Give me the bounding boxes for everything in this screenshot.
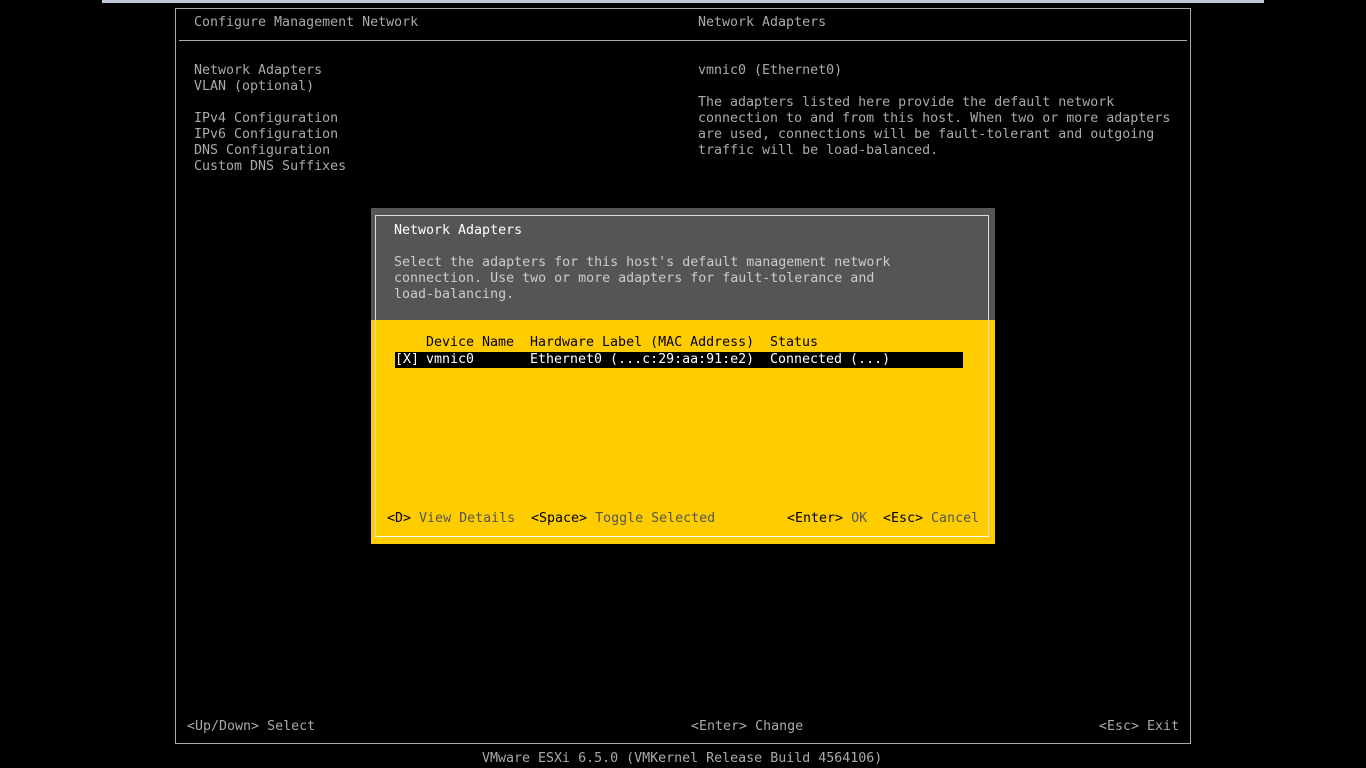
menu-item-vlan[interactable]: VLAN (optional) — [194, 79, 314, 95]
menu-item-dns[interactable]: DNS Configuration — [194, 143, 330, 159]
adapter-checkbox[interactable]: [X] — [395, 352, 419, 368]
dialog-description-line: connection. Use two or more adapters for… — [394, 271, 875, 286]
view-details-key: <D> — [387, 511, 412, 526]
footer-change-hint: <Enter> Change — [691, 719, 803, 735]
info-adapter: vmnic0 (Ethernet0) — [698, 63, 843, 78]
footer-exit-hint: <Esc> Exit — [1099, 719, 1179, 735]
footer-change-label: Change — [755, 719, 804, 734]
footer-select-label: Select — [267, 719, 316, 734]
footer-exit-key: <Esc> — [1099, 719, 1140, 734]
footer-select-key: <Up/Down> — [187, 719, 260, 734]
dialog-description-line: load-balancing. — [394, 287, 515, 302]
ok-label: OK — [851, 511, 868, 526]
info-title: Network Adapters — [698, 15, 827, 30]
toggle-selected-label: Toggle Selected — [595, 511, 716, 526]
footer-select-hint: <Up/Down> Select — [187, 719, 315, 735]
ok-key: <Enter> — [787, 511, 844, 526]
cancel-label: Cancel — [931, 511, 980, 526]
window-top-strip — [102, 0, 1264, 3]
dialog-title: Network Adapters — [394, 223, 523, 238]
info-description-line: traffic will be load-balanced. — [698, 143, 939, 158]
menu-item-ipv6[interactable]: IPv6 Configuration — [194, 127, 338, 143]
view-details-action[interactable]: <D> View Details — [387, 511, 515, 527]
toggle-selected-key: <Space> — [531, 511, 588, 526]
footer-change-key: <Enter> — [691, 719, 748, 734]
info-description-line: connection to and from this host. When t… — [698, 111, 1171, 126]
adapter-device-name: vmnic0 — [426, 352, 475, 367]
column-header-hardware-label: Hardware Label (MAC Address) — [530, 335, 755, 350]
title-divider — [179, 40, 1187, 41]
table-row[interactable]: [X] vmnic0 Ethernet0 (...c:29:aa:91:e2) … — [395, 352, 963, 368]
column-header-status: Status — [770, 335, 819, 350]
view-details-label: View Details — [419, 511, 516, 526]
info-description-line: The adapters listed here provide the def… — [698, 95, 1115, 110]
cancel-button[interactable]: <Esc> Cancel — [883, 511, 979, 527]
adapter-status: Connected (...) — [770, 352, 891, 367]
menu-item-network-adapters[interactable]: Network Adapters — [194, 63, 322, 79]
info-description-line: are used, connections will be fault-tole… — [698, 127, 1155, 142]
menu-item-custom-dns-suffixes[interactable]: Custom DNS Suffixes — [194, 159, 346, 175]
adapter-hardware-label: Ethernet0 (...c:29:aa:91:e2) — [530, 352, 755, 367]
dialog-description-line: Select the adapters for this host's defa… — [394, 255, 891, 270]
cancel-key: <Esc> — [883, 511, 924, 526]
toggle-selected-action[interactable]: <Space> Toggle Selected — [531, 511, 715, 527]
footer-exit-label: Exit — [1147, 719, 1180, 734]
page-title: Configure Management Network — [194, 15, 419, 30]
menu-item-ipv4[interactable]: IPv4 Configuration — [194, 111, 338, 127]
ok-button[interactable]: <Enter> OK — [787, 511, 867, 527]
status-bar: VMware ESXi 6.5.0 (VMKernel Release Buil… — [482, 751, 883, 766]
column-header-device-name: Device Name — [426, 335, 515, 350]
